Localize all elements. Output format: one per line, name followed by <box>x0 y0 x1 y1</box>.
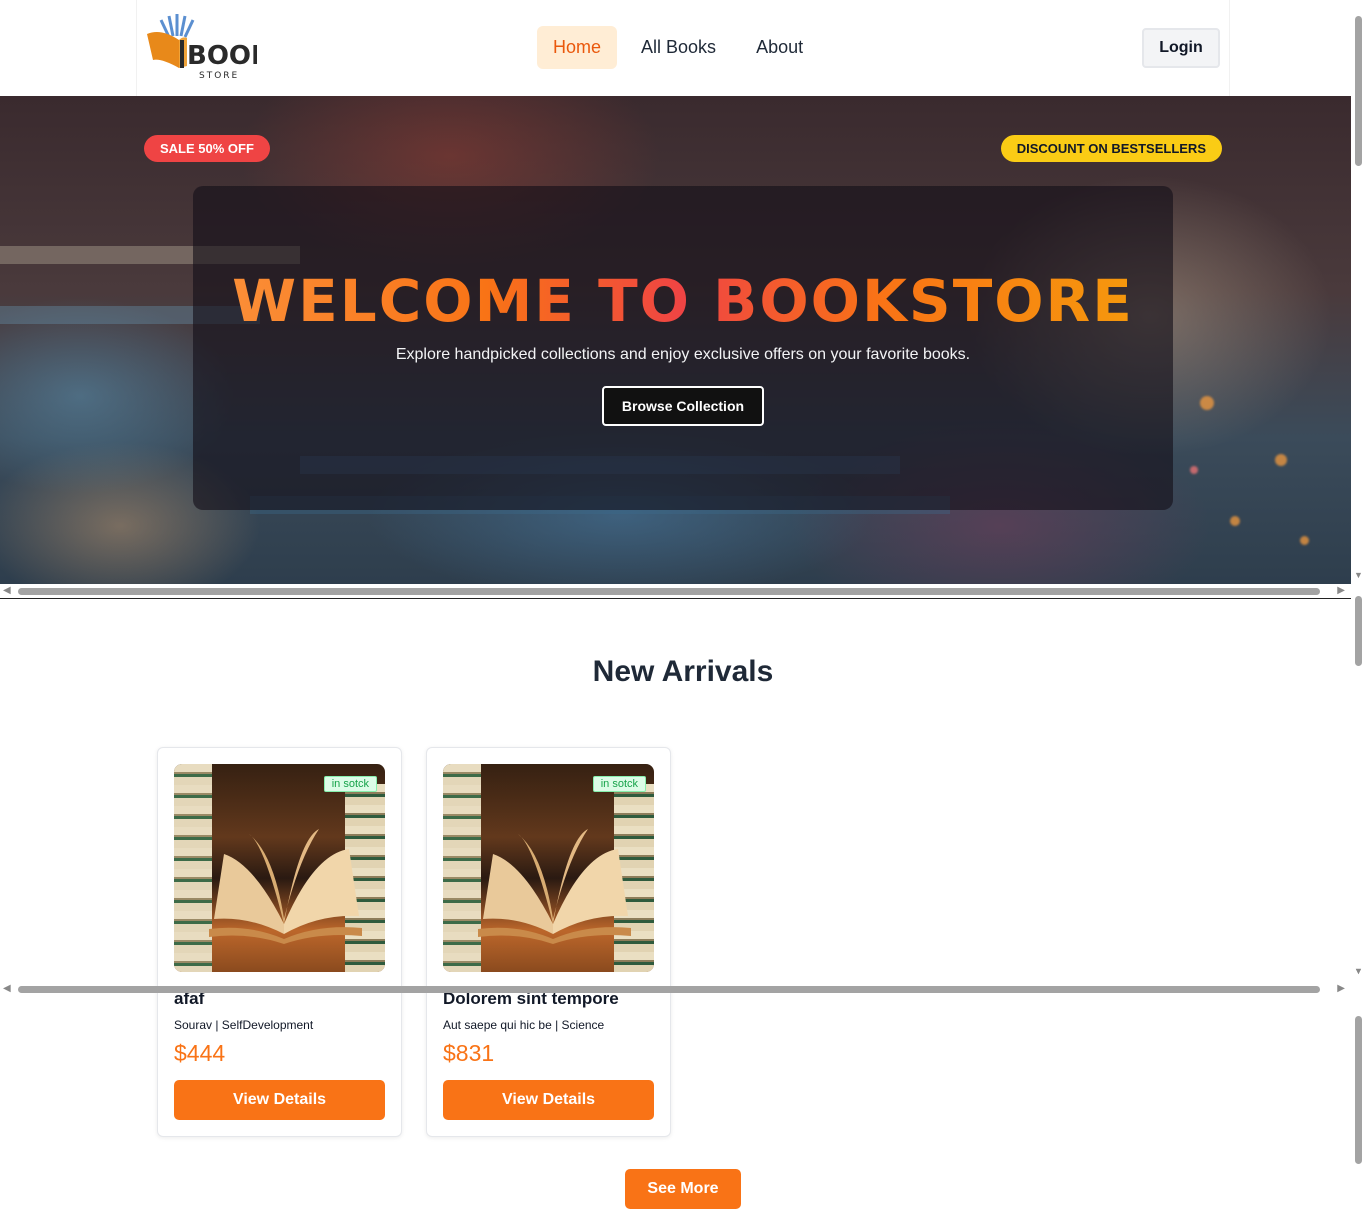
hero-bokeh <box>1190 466 1198 474</box>
book-logo-icon: BOOK STORE <box>147 14 257 81</box>
book-author-category: Sourav | SelfDevelopment <box>174 1018 314 1032</box>
navbar: BOOK STORE Home All Books About Login <box>136 0 1230 96</box>
new-arrivals-title: New Arrivals <box>592 655 774 688</box>
scrollbar-thumb[interactable] <box>1355 1016 1362 1164</box>
sale-badge: SALE 50% OFF <box>144 135 270 162</box>
scrollbar-thumb[interactable] <box>18 986 1320 993</box>
stock-badge: in sotck <box>323 776 377 792</box>
view-details-button[interactable]: View Details <box>174 1080 385 1120</box>
book-card[interactable]: in sotck Dolorem sint tempore Aut saepe … <box>426 747 671 1137</box>
open-book-icon <box>209 829 362 944</box>
book-price: $444 <box>174 1040 226 1066</box>
hero-banner: SALE 50% OFF DISCOUNT ON BESTSELLERS WEL… <box>0 96 1351 584</box>
scroll-down-icon[interactable]: ▼ <box>1354 966 1363 976</box>
nav-about[interactable]: About <box>740 26 819 69</box>
book-price: $831 <box>443 1040 495 1066</box>
browse-collection-button[interactable]: Browse Collection <box>601 386 765 426</box>
scroll-right-icon[interactable]: ▶ <box>1337 983 1345 994</box>
book-author-category: Aut saepe qui hic be | Science <box>443 1018 605 1032</box>
hero-bokeh <box>1200 396 1214 410</box>
page-vertical-scrollbar[interactable] <box>1351 984 1366 1212</box>
nav-home[interactable]: Home <box>537 26 618 69</box>
hero-bokeh <box>1230 516 1240 526</box>
main-nav: Home All Books About <box>537 26 819 69</box>
section-divider <box>0 598 1351 599</box>
see-more-button[interactable]: See More <box>625 1169 741 1209</box>
hero-bokeh <box>1275 454 1287 466</box>
cards-horizontal-scrollbar[interactable]: ◀ ▶ <box>0 982 1351 996</box>
scroll-left-icon[interactable]: ◀ <box>3 983 11 994</box>
section-vertical-scrollbar[interactable]: ▼ <box>1351 584 1366 984</box>
scrollbar-thumb[interactable] <box>18 588 1320 595</box>
login-button[interactable]: Login <box>1142 28 1220 68</box>
stock-badge: in sotck <box>592 776 646 792</box>
hero-panel: WELCOME TO BOOKSTORE Explore handpicked … <box>193 186 1173 510</box>
svg-text:STORE: STORE <box>199 71 239 81</box>
scrollbar-thumb[interactable] <box>1355 16 1362 166</box>
hero-horizontal-scrollbar[interactable]: ◀ ▶ <box>0 584 1351 598</box>
hero-subtitle: Explore handpicked collections and enjoy… <box>395 346 971 363</box>
bookstore-logo[interactable]: BOOK STORE <box>147 14 257 84</box>
book-cover-image[interactable]: in sotck <box>174 764 385 972</box>
scroll-right-icon[interactable]: ▶ <box>1337 585 1345 596</box>
svg-text:BOOK: BOOK <box>187 41 257 71</box>
discount-badge: DISCOUNT ON BESTSELLERS <box>1000 135 1222 162</box>
open-book-icon <box>478 829 631 944</box>
view-details-button[interactable]: View Details <box>443 1080 654 1120</box>
hero-vertical-scrollbar[interactable]: ▼ <box>1351 0 1366 584</box>
hero-title: WELCOME TO BOOKSTORE <box>193 266 1173 336</box>
book-card[interactable]: in sotck afaf Sourav | SelfDevelopment $… <box>157 747 402 1137</box>
scroll-left-icon[interactable]: ◀ <box>3 585 11 596</box>
nav-all-books[interactable]: All Books <box>625 26 732 69</box>
scroll-down-icon[interactable]: ▼ <box>1354 570 1363 580</box>
hero-bokeh <box>1300 536 1309 545</box>
book-cover-image[interactable]: in sotck <box>443 764 654 972</box>
